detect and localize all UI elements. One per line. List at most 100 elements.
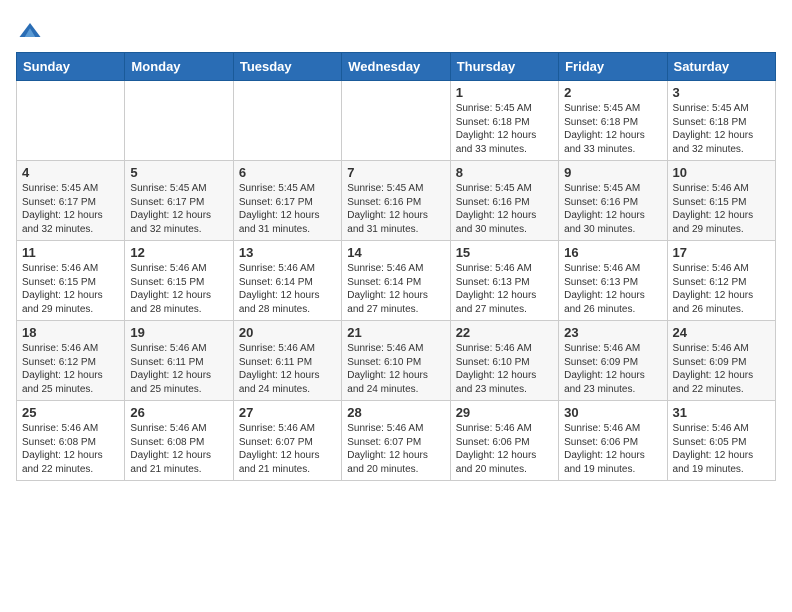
week-row-1: 1 Sunrise: 5:45 AM Sunset: 6:18 PM Daylig… xyxy=(17,81,776,161)
day-number: 18 xyxy=(22,325,119,340)
cell-content: Sunrise: 5:46 AM Sunset: 6:08 PM Dayligh… xyxy=(130,422,227,476)
cell-content: Sunrise: 5:45 AM Sunset: 6:17 PM Dayligh… xyxy=(130,182,227,236)
calendar-cell: 26 Sunrise: 5:46 AM Sunset: 6:08 PM Dayli… xyxy=(125,401,233,481)
cell-content: Sunrise: 5:46 AM Sunset: 6:14 PM Dayligh… xyxy=(239,262,336,316)
cell-content: Sunrise: 5:46 AM Sunset: 6:09 PM Dayligh… xyxy=(564,342,661,396)
day-number: 19 xyxy=(130,325,227,340)
day-number: 28 xyxy=(347,405,444,420)
calendar-cell: 6Sunrise: 5:45 AM Sunset: 6:17 PM Daylig… xyxy=(233,161,341,241)
logo xyxy=(16,16,50,44)
calendar-cell: 9 Sunrise: 5:45 AM Sunset: 6:16 PM Daylig… xyxy=(559,161,667,241)
cell-content: Sunrise: 5:46 AM Sunset: 6:10 PM Dayligh… xyxy=(456,342,553,396)
header-row: SundayMondayTuesdayWednesdayThursdayFrid… xyxy=(17,53,776,81)
day-number: 4 xyxy=(22,165,119,180)
day-number: 16 xyxy=(564,245,661,260)
day-header-saturday: Saturday xyxy=(667,53,775,81)
day-number: 5 xyxy=(130,165,227,180)
day-number: 14 xyxy=(347,245,444,260)
day-number: 21 xyxy=(347,325,444,340)
day-number: 12 xyxy=(130,245,227,260)
day-number: 17 xyxy=(673,245,770,260)
cell-content: Sunrise: 5:45 AM Sunset: 6:17 PM Dayligh… xyxy=(22,182,119,236)
day-number: 11 xyxy=(22,245,119,260)
cell-content: Sunrise: 5:46 AM Sunset: 6:13 PM Dayligh… xyxy=(564,262,661,316)
day-number: 2 xyxy=(564,85,661,100)
day-number: 24 xyxy=(673,325,770,340)
calendar-cell: 24Sunrise: 5:46 AM Sunset: 6:09 PM Dayli… xyxy=(667,321,775,401)
cell-content: Sunrise: 5:46 AM Sunset: 6:10 PM Dayligh… xyxy=(347,342,444,396)
day-number: 29 xyxy=(456,405,553,420)
calendar-cell: 7 Sunrise: 5:45 AM Sunset: 6:16 PM Daylig… xyxy=(342,161,450,241)
day-number: 26 xyxy=(130,405,227,420)
cell-content: Sunrise: 5:45 AM Sunset: 6:18 PM Dayligh… xyxy=(456,102,553,156)
calendar-cell: 17Sunrise: 5:46 AM Sunset: 6:12 PM Dayli… xyxy=(667,241,775,321)
page-header xyxy=(16,16,776,44)
day-number: 20 xyxy=(239,325,336,340)
calendar-cell: 15Sunrise: 5:46 AM Sunset: 6:13 PM Dayli… xyxy=(450,241,558,321)
cell-content: Sunrise: 5:46 AM Sunset: 6:06 PM Dayligh… xyxy=(456,422,553,476)
day-number: 25 xyxy=(22,405,119,420)
calendar-cell: 20Sunrise: 5:46 AM Sunset: 6:11 PM Dayli… xyxy=(233,321,341,401)
cell-content: Sunrise: 5:46 AM Sunset: 6:12 PM Dayligh… xyxy=(22,342,119,396)
calendar-cell: 31 Sunrise: 5:46 AM Sunset: 6:05 PM Dayli… xyxy=(667,401,775,481)
cell-content: Sunrise: 5:46 AM Sunset: 6:07 PM Dayligh… xyxy=(347,422,444,476)
week-row-2: 4 Sunrise: 5:45 AM Sunset: 6:17 PM Daylig… xyxy=(17,161,776,241)
day-number: 6 xyxy=(239,165,336,180)
calendar-cell xyxy=(233,81,341,161)
calendar-cell: 30 Sunrise: 5:46 AM Sunset: 6:06 PM Dayli… xyxy=(559,401,667,481)
calendar-cell: 28 Sunrise: 5:46 AM Sunset: 6:07 PM Dayli… xyxy=(342,401,450,481)
cell-content: Sunrise: 5:46 AM Sunset: 6:15 PM Dayligh… xyxy=(673,182,770,236)
calendar-cell: 27 Sunrise: 5:46 AM Sunset: 6:07 PM Dayli… xyxy=(233,401,341,481)
calendar-cell: 11 Sunrise: 5:46 AM Sunset: 6:15 PM Dayli… xyxy=(17,241,125,321)
cell-content: Sunrise: 5:46 AM Sunset: 6:11 PM Dayligh… xyxy=(130,342,227,396)
calendar-table: SundayMondayTuesdayWednesdayThursdayFrid… xyxy=(16,52,776,481)
day-number: 30 xyxy=(564,405,661,420)
calendar-header: SundayMondayTuesdayWednesdayThursdayFrid… xyxy=(17,53,776,81)
calendar-cell xyxy=(125,81,233,161)
day-header-wednesday: Wednesday xyxy=(342,53,450,81)
day-number: 3 xyxy=(673,85,770,100)
cell-content: Sunrise: 5:45 AM Sunset: 6:16 PM Dayligh… xyxy=(564,182,661,236)
logo-icon xyxy=(16,16,44,44)
cell-content: Sunrise: 5:45 AM Sunset: 6:16 PM Dayligh… xyxy=(456,182,553,236)
calendar-cell: 5 Sunrise: 5:45 AM Sunset: 6:17 PM Daylig… xyxy=(125,161,233,241)
cell-content: Sunrise: 5:46 AM Sunset: 6:07 PM Dayligh… xyxy=(239,422,336,476)
week-row-5: 25 Sunrise: 5:46 AM Sunset: 6:08 PM Dayli… xyxy=(17,401,776,481)
calendar-body: 1 Sunrise: 5:45 AM Sunset: 6:18 PM Daylig… xyxy=(17,81,776,481)
calendar-cell: 4 Sunrise: 5:45 AM Sunset: 6:17 PM Daylig… xyxy=(17,161,125,241)
calendar-cell: 19 Sunrise: 5:46 AM Sunset: 6:11 PM Dayli… xyxy=(125,321,233,401)
day-header-sunday: Sunday xyxy=(17,53,125,81)
day-number: 7 xyxy=(347,165,444,180)
day-header-thursday: Thursday xyxy=(450,53,558,81)
cell-content: Sunrise: 5:45 AM Sunset: 6:18 PM Dayligh… xyxy=(673,102,770,156)
calendar-cell: 18 Sunrise: 5:46 AM Sunset: 6:12 PM Dayli… xyxy=(17,321,125,401)
day-number: 1 xyxy=(456,85,553,100)
cell-content: Sunrise: 5:46 AM Sunset: 6:06 PM Dayligh… xyxy=(564,422,661,476)
calendar-cell: 29 Sunrise: 5:46 AM Sunset: 6:06 PM Dayli… xyxy=(450,401,558,481)
day-header-tuesday: Tuesday xyxy=(233,53,341,81)
calendar-cell: 12 Sunrise: 5:46 AM Sunset: 6:15 PM Dayli… xyxy=(125,241,233,321)
cell-content: Sunrise: 5:46 AM Sunset: 6:05 PM Dayligh… xyxy=(673,422,770,476)
cell-content: Sunrise: 5:46 AM Sunset: 6:15 PM Dayligh… xyxy=(22,262,119,316)
calendar-cell: 22Sunrise: 5:46 AM Sunset: 6:10 PM Dayli… xyxy=(450,321,558,401)
cell-content: Sunrise: 5:45 AM Sunset: 6:16 PM Dayligh… xyxy=(347,182,444,236)
day-number: 31 xyxy=(673,405,770,420)
day-header-friday: Friday xyxy=(559,53,667,81)
calendar-cell: 1 Sunrise: 5:45 AM Sunset: 6:18 PM Daylig… xyxy=(450,81,558,161)
week-row-3: 11 Sunrise: 5:46 AM Sunset: 6:15 PM Dayli… xyxy=(17,241,776,321)
day-number: 8 xyxy=(456,165,553,180)
cell-content: Sunrise: 5:46 AM Sunset: 6:08 PM Dayligh… xyxy=(22,422,119,476)
calendar-cell: 2Sunrise: 5:45 AM Sunset: 6:18 PM Daylig… xyxy=(559,81,667,161)
calendar-cell: 25 Sunrise: 5:46 AM Sunset: 6:08 PM Dayli… xyxy=(17,401,125,481)
cell-content: Sunrise: 5:46 AM Sunset: 6:13 PM Dayligh… xyxy=(456,262,553,316)
day-header-monday: Monday xyxy=(125,53,233,81)
day-number: 23 xyxy=(564,325,661,340)
calendar-cell: 16 Sunrise: 5:46 AM Sunset: 6:13 PM Dayli… xyxy=(559,241,667,321)
day-number: 10 xyxy=(673,165,770,180)
calendar-cell: 3 Sunrise: 5:45 AM Sunset: 6:18 PM Daylig… xyxy=(667,81,775,161)
cell-content: Sunrise: 5:46 AM Sunset: 6:15 PM Dayligh… xyxy=(130,262,227,316)
day-number: 27 xyxy=(239,405,336,420)
cell-content: Sunrise: 5:46 AM Sunset: 6:14 PM Dayligh… xyxy=(347,262,444,316)
day-number: 9 xyxy=(564,165,661,180)
calendar-cell: 8 Sunrise: 5:45 AM Sunset: 6:16 PM Daylig… xyxy=(450,161,558,241)
